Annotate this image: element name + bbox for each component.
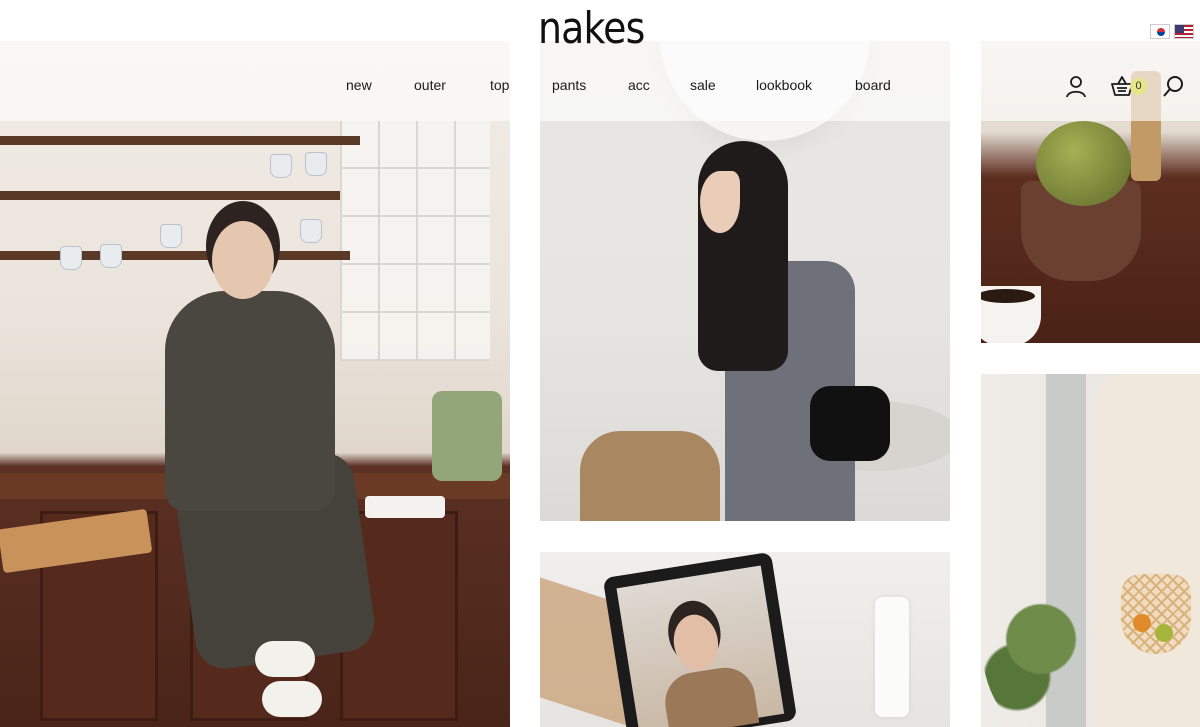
model-face xyxy=(669,611,723,674)
cup xyxy=(60,246,82,270)
laptop-screen xyxy=(616,565,785,727)
plate xyxy=(365,496,445,518)
shelf xyxy=(0,191,340,200)
black-bag xyxy=(810,386,890,461)
fruit xyxy=(1155,624,1173,642)
shelf xyxy=(0,251,350,260)
plant xyxy=(981,544,1101,727)
site-logo[interactable]: nakes xyxy=(538,4,645,54)
nav-item-top[interactable]: top xyxy=(490,77,509,93)
model-coat xyxy=(660,663,760,727)
espresso-machine xyxy=(432,391,502,481)
model-dress xyxy=(1096,374,1200,727)
net-bag xyxy=(1121,574,1191,654)
cup xyxy=(270,154,292,178)
cup xyxy=(305,152,327,176)
cart-count-badge[interactable]: 0 xyxy=(1130,78,1147,95)
glass-block-wall xyxy=(340,121,490,361)
nav-item-outer[interactable]: outer xyxy=(414,77,446,93)
nav-item-pants[interactable]: pants xyxy=(552,77,586,93)
vase xyxy=(875,597,909,717)
search-icon[interactable] xyxy=(1162,74,1186,98)
lookbook-photo-laptop[interactable] xyxy=(540,552,950,727)
user-icon[interactable] xyxy=(1064,74,1088,98)
laptop xyxy=(602,552,798,727)
cactus xyxy=(1036,121,1131,206)
chair xyxy=(580,431,720,521)
nav-item-acc[interactable]: acc xyxy=(628,77,650,93)
shoe xyxy=(262,681,322,717)
cup xyxy=(160,224,182,248)
kr-flag-icon[interactable] xyxy=(1150,24,1170,39)
main-nav: new outer top pants acc sale lookbook bo… xyxy=(0,77,1200,97)
model-face xyxy=(700,171,740,233)
nav-item-sale[interactable]: sale xyxy=(690,77,716,93)
lookbook-photo-netbag[interactable] xyxy=(981,374,1200,727)
model-body xyxy=(165,291,335,511)
shelf xyxy=(0,136,360,145)
model-head xyxy=(212,221,274,299)
lookbook-photo-kitchen[interactable] xyxy=(0,41,510,727)
fruit xyxy=(1133,614,1151,632)
shoe xyxy=(255,641,315,677)
nav-item-board[interactable]: board xyxy=(855,77,891,93)
language-switcher xyxy=(1150,24,1194,39)
cup xyxy=(100,244,122,268)
cup xyxy=(300,219,322,243)
nav-item-new[interactable]: new xyxy=(346,77,372,93)
us-flag-icon[interactable] xyxy=(1174,24,1194,39)
nav-item-lookbook[interactable]: lookbook xyxy=(756,77,812,93)
